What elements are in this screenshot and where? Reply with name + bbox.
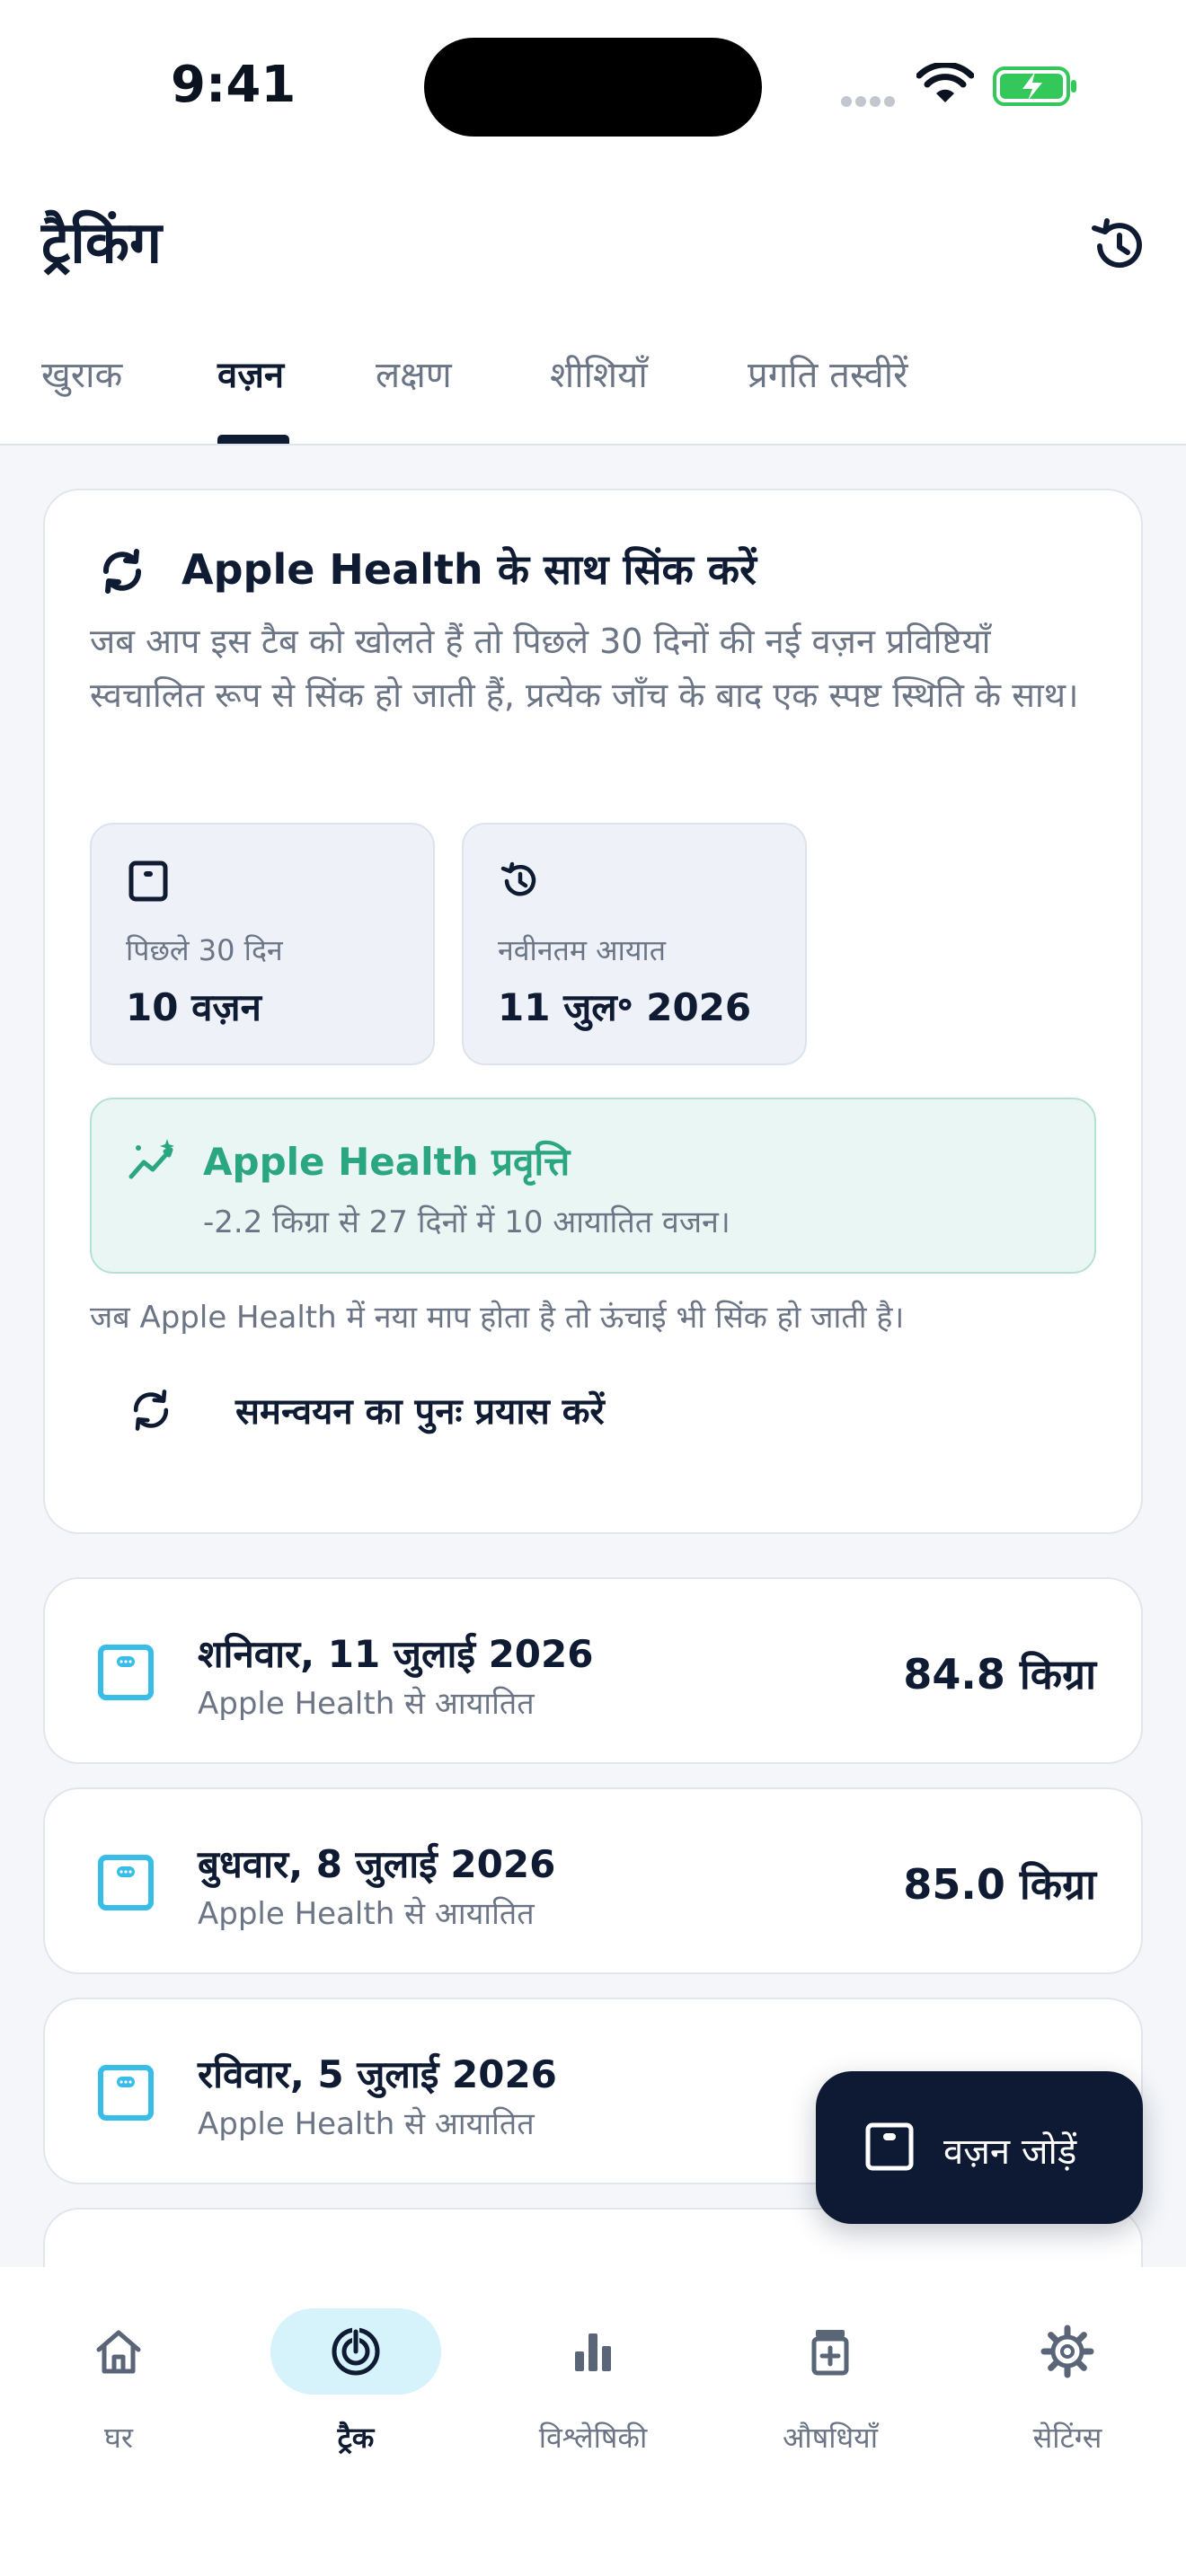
history-icon xyxy=(500,861,536,896)
dynamic-island xyxy=(424,38,762,137)
medication-icon xyxy=(811,2330,849,2376)
track-icon xyxy=(332,2326,380,2376)
tab-symptoms[interactable]: लक्षण xyxy=(376,348,452,446)
sync-description: जब आप इस टैब को खोलते हैं तो पिछले 30 दि… xyxy=(90,622,1079,715)
trend-sparkle-icon xyxy=(128,1139,174,1179)
bottom-nav: घर ट्रैक विश्लेषिकी औषधियाँ सेटिंग्स xyxy=(0,2267,1186,2576)
scale-icon xyxy=(865,2122,914,2171)
nav-analytics[interactable]: विश्लेषिकी xyxy=(485,2308,701,2470)
cellular-signal-icon xyxy=(841,93,898,110)
status-bar: 9:41 xyxy=(0,0,1186,171)
sync-icon xyxy=(103,549,141,594)
trend-subtitle: -2.2 किग्रा से 27 दिनों में 10 आयातित वज… xyxy=(203,1204,730,1240)
stat-label: नवीनतम आयात xyxy=(498,933,666,967)
tab-progress-photos[interactable]: प्रगति तस्वीरें xyxy=(748,348,907,446)
apple-health-trend: Apple Health प्रवृत्ति -2.2 किग्रा से 27… xyxy=(90,1098,1096,1274)
nav-label: घर xyxy=(103,2421,133,2455)
nav-label: ट्रैक xyxy=(337,2421,375,2455)
tab-vials[interactable]: शीशियाँ xyxy=(550,348,648,446)
battery-icon xyxy=(993,66,1076,106)
scale-icon xyxy=(98,2065,154,2121)
tab-bar: खुराक वज़न लक्षण शीशियाँ प्रगति तस्वीरें xyxy=(0,348,1186,446)
page-title: ट्रैकिंग xyxy=(41,210,163,277)
stat-label: पिछले 30 दिन xyxy=(126,933,283,967)
trend-title: Apple Health प्रवृत्ति xyxy=(203,1140,571,1184)
sync-title: Apple Health के साथ सिंक करें xyxy=(181,545,757,594)
entry-date: शनिवार, 11 जुलाई 2026 xyxy=(198,1632,594,1676)
analytics-icon xyxy=(575,2333,611,2371)
height-sync-note: जब Apple Health में नया माप होता है तो ऊ… xyxy=(90,1300,905,1336)
nav-settings[interactable]: सेटिंग्स xyxy=(960,2308,1175,2470)
entry-source: Apple Health से आयातित xyxy=(198,1896,535,1932)
home-icon xyxy=(96,2330,141,2374)
nav-label: औषधियाँ xyxy=(782,2421,879,2455)
nav-label: सेटिंग्स xyxy=(1032,2421,1102,2455)
nav-medications[interactable]: औषधियाँ xyxy=(722,2308,938,2470)
nav-label: विश्लेषिकी xyxy=(538,2421,648,2455)
retry-sync-label: समन्वयन का पुनः प्रयास करें xyxy=(235,1391,605,1433)
active-nav-pill xyxy=(270,2308,441,2395)
scale-icon xyxy=(98,1855,154,1910)
apple-health-sync-card: Apple Health के साथ सिंक करें जब आप इस ट… xyxy=(43,489,1143,1534)
header: ट्रैकिंग खुराक वज़न लक्षण शीशियाँ प्रगति… xyxy=(0,171,1186,446)
entry-date: रविवार, 5 जुलाई 2026 xyxy=(198,2052,557,2096)
stat-value: 11 जुल॰ 2026 xyxy=(498,985,752,1029)
weight-entry-row[interactable]: शनिवार, 11 जुलाई 2026 Apple Health से आय… xyxy=(43,1577,1143,1764)
history-icon[interactable] xyxy=(1087,214,1152,278)
entry-date: बुधवार, 8 जुलाई 2026 xyxy=(198,1842,556,1886)
entry-weight: 85.0 किग्रा xyxy=(903,1860,1096,1909)
stat-last-30-days: पिछले 30 दिन 10 वज़न xyxy=(90,823,435,1065)
scale-icon xyxy=(128,860,168,902)
status-time: 9:41 xyxy=(171,56,296,114)
entry-source: Apple Health से आयातित xyxy=(198,1686,535,1722)
tab-weight[interactable]: वज़न xyxy=(217,348,284,446)
add-weight-button[interactable]: वज़न जोड़ें xyxy=(816,2071,1143,2224)
gear-icon xyxy=(1040,2325,1094,2378)
stat-latest-import: नवीनतम आयात 11 जुल॰ 2026 xyxy=(462,823,807,1065)
scale-icon xyxy=(98,1645,154,1700)
nav-track[interactable]: ट्रैक xyxy=(248,2308,464,2470)
stat-value: 10 वज़न xyxy=(126,985,261,1029)
wifi-icon xyxy=(916,63,974,102)
active-tab-indicator xyxy=(217,435,289,444)
entry-source: Apple Health से आयातित xyxy=(198,2106,535,2142)
weight-entry-row[interactable]: बुधवार, 8 जुलाई 2026 Apple Health से आया… xyxy=(43,1787,1143,1974)
entry-weight: 84.8 किग्रा xyxy=(903,1650,1096,1698)
add-weight-label: वज़न जोड़ें xyxy=(943,2131,1077,2173)
sync-icon xyxy=(133,1389,169,1431)
tab-dose[interactable]: खुराक xyxy=(41,348,122,446)
nav-home[interactable]: घर xyxy=(11,2308,226,2470)
